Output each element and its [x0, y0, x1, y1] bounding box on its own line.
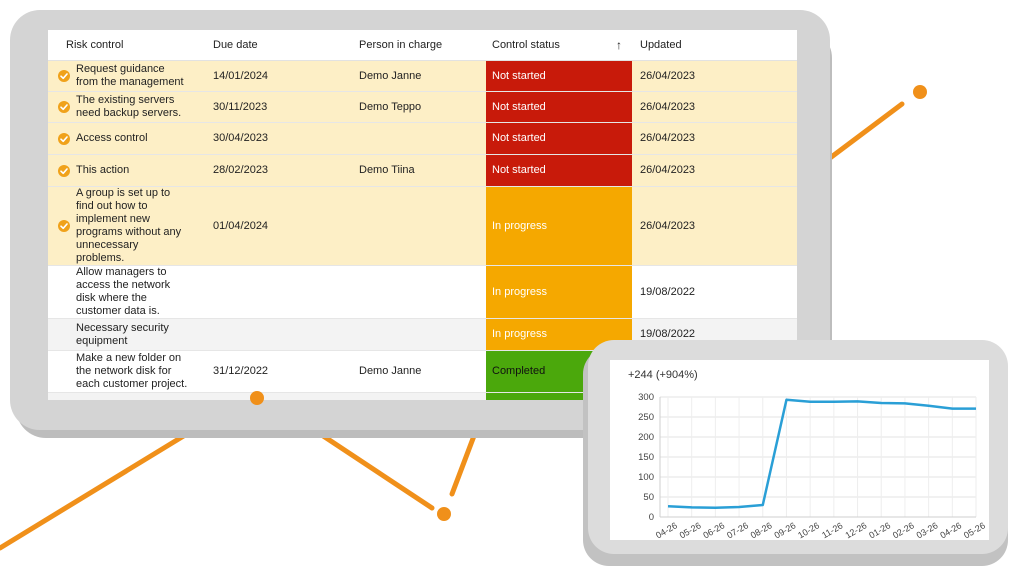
- trend-line-chart: 05010015020025030004-2605-2606-2607-2608…: [638, 392, 987, 540]
- y-tick-label: 300: [638, 392, 654, 403]
- trend-chart-panel: +244 (+904%) 0 50 100 150 200 250 300 04-26 05-2…: [610, 360, 989, 540]
- y-tick-label: 0: [649, 512, 654, 523]
- x-tick-label: 09-26: [772, 520, 797, 540]
- y-tick-label: 200: [638, 432, 654, 443]
- x-tick-label: 04-26: [938, 520, 963, 540]
- x-tick-label: 04-26: [654, 520, 679, 540]
- connector-dot-left: [250, 391, 264, 405]
- x-tick-label: 10-26: [796, 520, 821, 540]
- x-tick-label: 07-26: [725, 520, 750, 540]
- x-tick-label: 06-26: [701, 520, 726, 540]
- y-tick-label: 50: [643, 492, 654, 503]
- connector-dot-bottom: [437, 507, 451, 521]
- x-tick-label: 05-26: [678, 520, 703, 540]
- series-line: [667, 398, 976, 510]
- x-tick-label: 12-26: [844, 520, 869, 540]
- x-tick-label: 03-26: [915, 520, 940, 540]
- x-tick-label: 08-26: [749, 520, 774, 540]
- y-tick-label: 250: [638, 412, 654, 423]
- x-tick-label: 02-26: [891, 520, 916, 540]
- y-tick-label: 100: [638, 472, 654, 483]
- y-tick-label: 150: [638, 452, 654, 463]
- x-tick-label: 05-26: [962, 520, 987, 540]
- x-tick-label: 11-26: [820, 520, 844, 540]
- x-tick-label: 01-26: [867, 520, 892, 540]
